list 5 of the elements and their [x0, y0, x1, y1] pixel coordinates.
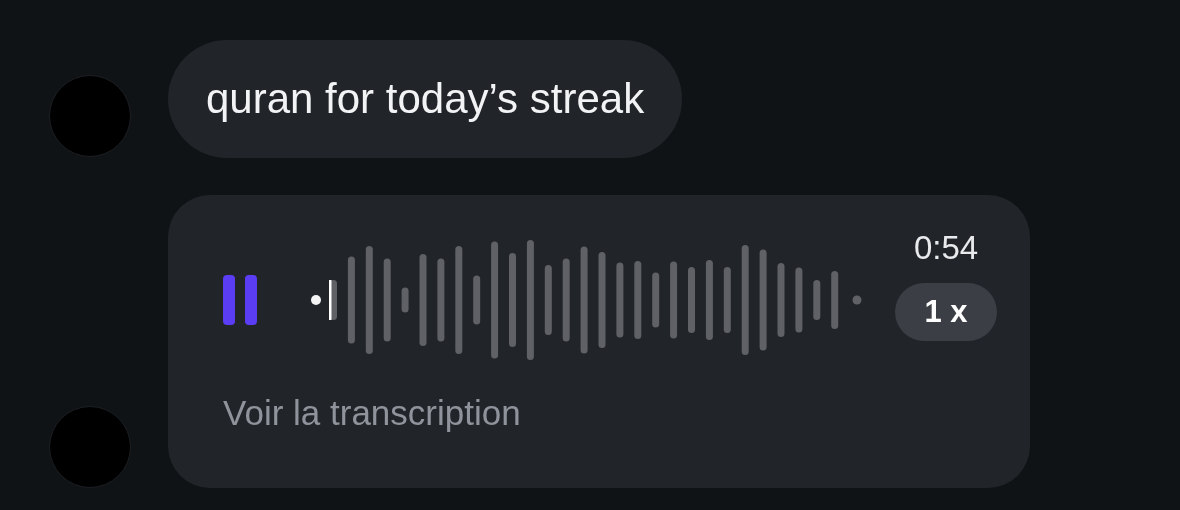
duration-text: 0:54	[913, 229, 979, 267]
message-bubble: quran for today’s streak	[168, 40, 683, 158]
transcription-link[interactable]: Voir la transcription	[223, 393, 997, 433]
pause-button[interactable]	[223, 274, 257, 326]
playback-speed-button[interactable]: 1 x	[895, 283, 997, 341]
